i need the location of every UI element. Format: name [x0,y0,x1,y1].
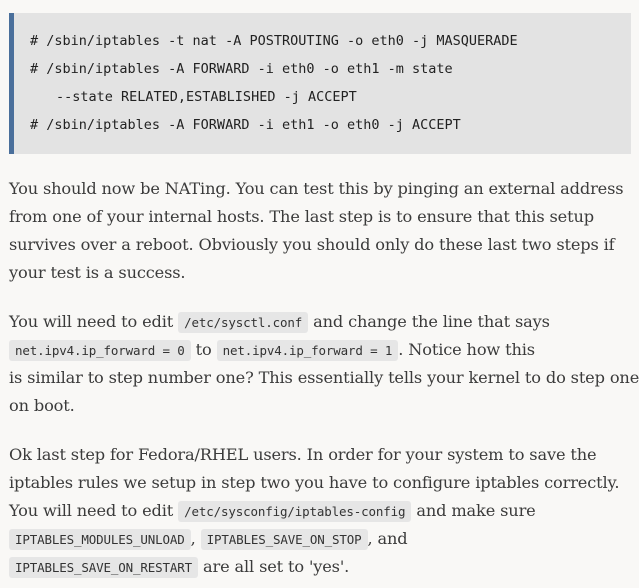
paragraph-line: IPTABLES_SAVE_ON_RESTART are all set to … [9,553,635,581]
paragraph-line: You will need to edit /etc/sysconfig/ipt… [9,497,635,525]
text-span: and make sure [411,501,536,520]
text-span: and change the line that says [308,312,550,331]
text-span: You will need to edit [9,312,179,331]
paragraph-nating: You should now be NATing. You can test t… [9,175,635,287]
inline-code-forward-1: net.ipv4.ip_forward = 1 [216,340,399,361]
paragraph-line: survives over a reboot. Obviously you sh… [9,235,615,254]
paragraph-line: on boot. [9,396,75,415]
paragraph-line: is similar to step number one? This esse… [9,368,639,387]
text-span: to [190,340,217,359]
inline-code-modules-unload: IPTABLES_MODULES_UNLOAD [9,529,191,550]
paragraph-line: IPTABLES_MODULES_UNLOAD, IPTABLES_SAVE_O… [9,525,635,553]
paragraph-line: You will need to edit /etc/sysctl.conf a… [9,308,635,336]
text-span: are all set to 'yes'. [198,557,350,576]
inline-code-iptables-config-path: /etc/sysconfig/iptables-config [178,501,412,522]
code-line-3: --state RELATED,ESTABLISHED -j ACCEPT [56,89,357,105]
text-span: . Notice how this [398,340,535,359]
paragraph-sysctl: You will need to edit /etc/sysctl.conf a… [9,308,639,420]
code-block: # /sbin/iptables -t nat -A POSTROUTING -… [9,13,631,154]
inline-code-forward-0: net.ipv4.ip_forward = 0 [9,340,191,361]
text-span: , [190,529,201,548]
paragraph-line: from one of your internal hosts. The las… [9,207,594,226]
inline-code-save-on-restart: IPTABLES_SAVE_ON_RESTART [9,557,199,578]
text-span: , and [367,529,408,548]
paragraph-line: your test is a success. [9,263,186,282]
paragraph-line: You should now be NATing. You can test t… [9,179,624,198]
inline-code-sysctl-path: /etc/sysctl.conf [178,312,309,333]
paragraph-line: net.ipv4.ip_forward = 0 to net.ipv4.ip_f… [9,336,635,364]
paragraph-line: iptables rules we setup in step two you … [9,473,620,492]
text-span: You will need to edit [9,501,179,520]
paragraph-line: Ok last step for Fedora/RHEL users. In o… [9,445,597,464]
code-line-2: # /sbin/iptables -A FORWARD -i eth0 -o e… [30,61,453,77]
paragraph-fedora: Ok last step for Fedora/RHEL users. In o… [9,441,635,581]
inline-code-save-on-stop: IPTABLES_SAVE_ON_STOP [200,529,368,550]
code-line-4: # /sbin/iptables -A FORWARD -i eth1 -o e… [30,117,461,133]
code-line-1: # /sbin/iptables -t nat -A POSTROUTING -… [30,33,518,49]
